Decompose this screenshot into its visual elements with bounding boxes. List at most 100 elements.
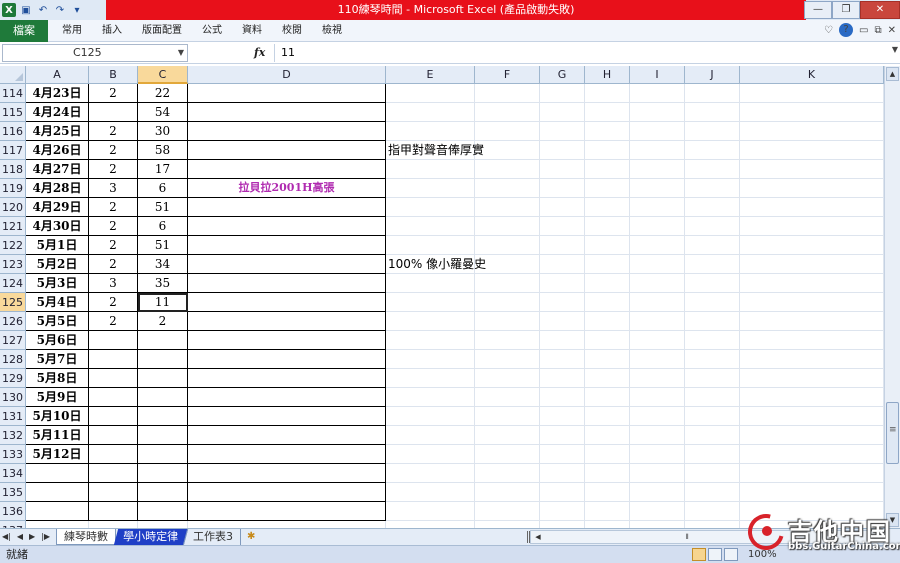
note-cell[interactable] — [188, 464, 386, 483]
row-header[interactable]: 130 — [0, 388, 26, 407]
value-cell[interactable] — [138, 331, 188, 350]
cell[interactable] — [630, 236, 685, 255]
row-header[interactable]: 120 — [0, 198, 26, 217]
value-cell[interactable]: 2 — [89, 217, 138, 236]
scroll-left-icon[interactable]: ◀ — [532, 531, 544, 543]
cell[interactable] — [630, 84, 685, 103]
cell[interactable] — [685, 464, 740, 483]
cell[interactable] — [540, 483, 585, 502]
ribbon-tab[interactable]: 資料 — [232, 20, 272, 42]
cell[interactable] — [585, 103, 630, 122]
cell[interactable] — [540, 312, 585, 331]
restore-button[interactable]: ❐ — [832, 1, 860, 19]
cell[interactable] — [740, 293, 884, 312]
cell[interactable] — [685, 179, 740, 198]
cell[interactable] — [630, 293, 685, 312]
cell[interactable] — [585, 312, 630, 331]
comment-cell[interactable]: 指甲對聲音俸厚實 — [386, 141, 484, 160]
cell[interactable] — [585, 483, 630, 502]
value-cell[interactable] — [89, 464, 138, 483]
cell[interactable] — [630, 255, 685, 274]
value-cell[interactable] — [89, 331, 138, 350]
date-cell[interactable]: 5月12日 — [26, 445, 89, 464]
cell[interactable] — [585, 445, 630, 464]
date-cell[interactable] — [26, 502, 89, 521]
row-header[interactable]: 128 — [0, 350, 26, 369]
value-cell[interactable]: 2 — [89, 236, 138, 255]
insert-function-icon[interactable]: fx — [254, 44, 265, 62]
value-cell[interactable] — [138, 483, 188, 502]
cell[interactable] — [740, 141, 884, 160]
row-header[interactable]: 127 — [0, 331, 26, 350]
cell[interactable] — [540, 350, 585, 369]
value-cell[interactable] — [138, 407, 188, 426]
cell[interactable] — [540, 502, 585, 521]
row-header[interactable]: 137 — [0, 521, 26, 528]
cell[interactable] — [685, 407, 740, 426]
cell[interactable] — [585, 331, 630, 350]
cell[interactable] — [630, 141, 685, 160]
cell[interactable] — [740, 483, 884, 502]
prev-sheet-icon[interactable]: ◀ — [17, 530, 23, 544]
cell[interactable] — [740, 331, 884, 350]
row-header[interactable]: 115 — [0, 103, 26, 122]
date-cell[interactable]: 5月8日 — [26, 369, 89, 388]
horizontal-scroll-thumb-grip[interactable]: ⦀ — [681, 531, 693, 543]
row-header[interactable]: 116 — [0, 122, 26, 141]
row-header[interactable]: 131 — [0, 407, 26, 426]
comment-cell[interactable] — [386, 407, 475, 426]
cell[interactable] — [740, 179, 884, 198]
value-cell[interactable]: 2 — [89, 293, 138, 312]
value-cell[interactable] — [89, 103, 138, 122]
note-cell[interactable] — [188, 293, 386, 312]
close-button[interactable]: ✕ — [860, 1, 900, 19]
value-cell[interactable]: 58 — [138, 141, 188, 160]
cell[interactable] — [740, 274, 884, 293]
note-cell[interactable] — [188, 388, 386, 407]
date-cell[interactable] — [26, 483, 89, 502]
date-cell[interactable]: 5月5日 — [26, 312, 89, 331]
cell[interactable] — [685, 255, 740, 274]
value-cell[interactable]: 2 — [89, 160, 138, 179]
cell[interactable] — [585, 521, 630, 528]
value-cell[interactable]: 2 — [89, 122, 138, 141]
cell[interactable] — [475, 350, 540, 369]
cell[interactable] — [540, 217, 585, 236]
row-header[interactable]: 129 — [0, 369, 26, 388]
comment-cell[interactable]: 100% 像小羅曼史 — [386, 255, 486, 274]
worksheet-grid[interactable]: A B C D E F G H I J K 114 4月23日 2 22 115 4月24日 54 116 4月25日… — [0, 66, 884, 528]
cell[interactable] — [540, 198, 585, 217]
cell[interactable] — [475, 483, 540, 502]
note-cell[interactable] — [188, 141, 386, 160]
chevron-down-icon[interactable]: ▼ — [178, 45, 184, 61]
comment-cell[interactable] — [386, 236, 475, 255]
page-layout-view-icon[interactable] — [708, 548, 722, 561]
note-cell[interactable] — [188, 331, 386, 350]
value-cell[interactable]: 2 — [89, 141, 138, 160]
cell[interactable] — [630, 521, 685, 528]
comment-cell[interactable] — [386, 293, 475, 312]
comment-cell[interactable] — [386, 426, 475, 445]
row-header[interactable]: 126 — [0, 312, 26, 331]
cell[interactable] — [630, 350, 685, 369]
column-header-k[interactable]: K — [740, 66, 884, 84]
minimize-button[interactable]: — — [804, 1, 832, 19]
cell[interactable] — [585, 255, 630, 274]
row-header[interactable]: 121 — [0, 217, 26, 236]
value-cell[interactable]: 34 — [138, 255, 188, 274]
cell[interactable] — [630, 217, 685, 236]
cell[interactable] — [685, 312, 740, 331]
note-cell[interactable] — [188, 483, 386, 502]
value-cell[interactable]: 2 — [89, 312, 138, 331]
row-header[interactable]: 123 — [0, 255, 26, 274]
row-header[interactable]: 122 — [0, 236, 26, 255]
cell[interactable] — [740, 122, 884, 141]
note-cell[interactable] — [188, 521, 386, 528]
value-cell[interactable] — [138, 502, 188, 521]
value-cell[interactable] — [138, 521, 188, 528]
value-cell[interactable]: 30 — [138, 122, 188, 141]
select-all-corner[interactable] — [0, 66, 26, 84]
comment-cell[interactable] — [386, 160, 475, 179]
value-cell[interactable] — [138, 369, 188, 388]
cell[interactable] — [740, 312, 884, 331]
